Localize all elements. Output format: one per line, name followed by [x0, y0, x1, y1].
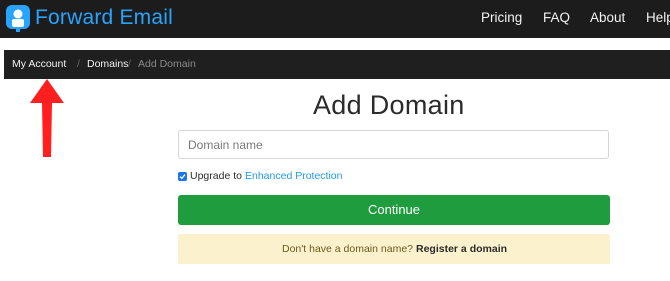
breadcrumb-add-domain: Add Domain: [138, 58, 196, 70]
forward-email-logo-icon[interactable]: [6, 5, 30, 33]
brand-name[interactable]: Forward Email: [35, 5, 173, 31]
upgrade-checkbox[interactable]: [178, 172, 187, 181]
upgrade-label: Upgrade to: [190, 170, 242, 182]
breadcrumb-separator: /: [77, 58, 80, 70]
nav-help[interactable]: Help: [646, 10, 670, 25]
notice-text: Don't have a domain name?: [282, 243, 414, 255]
checkmark-icon: [179, 174, 186, 180]
nav-pricing[interactable]: Pricing: [481, 10, 522, 25]
breadcrumb-separator: /: [128, 58, 131, 70]
enhanced-protection-link[interactable]: Enhanced Protection: [245, 170, 342, 182]
breadcrumb: My Account / Domains / Add Domain: [4, 50, 670, 79]
register-domain-notice: Don't have a domain name? Register a dom…: [178, 234, 610, 264]
breadcrumb-domains[interactable]: Domains: [87, 58, 128, 70]
breadcrumb-my-account[interactable]: My Account: [12, 58, 66, 70]
nav-faq[interactable]: FAQ: [543, 10, 570, 25]
top-navbar: Forward Email Pricing FAQ About Help: [0, 0, 670, 38]
register-domain-link[interactable]: Register a domain: [416, 243, 507, 255]
continue-button[interactable]: Continue: [178, 195, 610, 225]
page-title: Add Domain: [313, 90, 465, 120]
domain-name-input[interactable]: [178, 130, 609, 159]
red-arrow-pointer-icon: [30, 79, 64, 157]
nav-about[interactable]: About: [590, 10, 625, 25]
